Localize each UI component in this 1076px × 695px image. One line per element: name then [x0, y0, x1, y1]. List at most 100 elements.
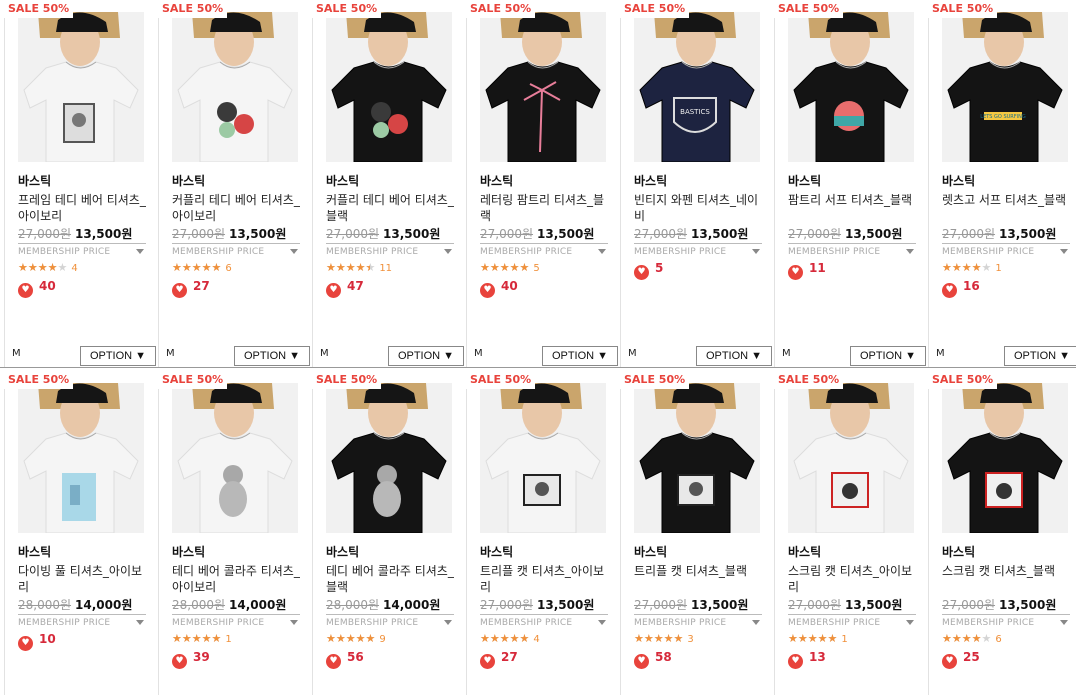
like-count[interactable]: ♥ 27	[480, 650, 518, 669]
option-button[interactable]: OPTION ▼	[542, 346, 618, 366]
product-card[interactable]: SALE 50% 바스틱 테디 베어 콜라주 티셔츠_블랙 28,000원 14,000…	[308, 371, 462, 695]
product-name[interactable]: 트리플 캣 티셔츠_블랙	[634, 563, 764, 579]
brand-name[interactable]: 바스틱	[942, 543, 975, 560]
heart-icon[interactable]: ♥	[942, 654, 957, 669]
brand-name[interactable]: 바스틱	[326, 172, 359, 189]
product-card[interactable]: SALE 50% 바스틱 스크림 캣 티셔츠_아이보리 27,000원 13,500원 M…	[770, 371, 924, 695]
product-image[interactable]	[788, 12, 914, 162]
like-count[interactable]: ♥ 40	[18, 279, 56, 298]
option-button[interactable]: OPTION ▼	[696, 346, 772, 366]
option-button[interactable]: OPTION ▼	[850, 346, 926, 366]
product-card[interactable]: SALE 50% 바스틱 프레임 테디 베어 티셔츠_아이보리 27,000원 13,5…	[0, 0, 156, 367]
product-card[interactable]: SALE 50% BASTICS 바스틱 빈티지 와펜 티셔츠_네이비 27,000원 1…	[616, 0, 772, 367]
membership-price-toggle[interactable]: MEMBERSHIP PRICE	[172, 243, 300, 259]
product-name[interactable]: 커플리 테디 베어 티셔츠_블랙	[326, 192, 456, 224]
product-card[interactable]: SALE 50% 바스틱 팜트리 서프 티셔츠_블랙 27,000원 13,500원 ME…	[770, 0, 926, 367]
membership-price-toggle[interactable]: MEMBERSHIP PRICE	[18, 243, 146, 259]
brand-name[interactable]: 바스틱	[172, 172, 205, 189]
product-card[interactable]: SALE 50% 바스틱 트리플 캣 티셔츠_블랙 27,000원 13,500원 MEM…	[616, 371, 770, 695]
heart-icon[interactable]: ♥	[634, 654, 649, 669]
product-image[interactable]	[634, 383, 760, 533]
product-card[interactable]: SALE 50% 바스틱 스크림 캣 티셔츠_블랙 27,000원 13,500원 MEM…	[924, 371, 1076, 695]
brand-name[interactable]: 바스틱	[788, 543, 821, 560]
like-count[interactable]: ♥ 5	[634, 261, 663, 280]
heart-icon[interactable]: ♥	[634, 265, 649, 280]
brand-name[interactable]: 바스틱	[480, 172, 513, 189]
like-count[interactable]: ♥ 27	[172, 279, 210, 298]
like-count[interactable]: ♥ 47	[326, 279, 364, 298]
brand-name[interactable]: 바스틱	[18, 543, 51, 560]
option-button[interactable]: OPTION ▼	[388, 346, 464, 366]
product-image[interactable]	[326, 383, 452, 533]
product-card[interactable]: SALE 50% 바스틱 트리플 캣 티셔츠_아이보리 27,000원 13,500원 M…	[462, 371, 616, 695]
heart-icon[interactable]: ♥	[326, 654, 341, 669]
heart-icon[interactable]: ♥	[480, 654, 495, 669]
product-name[interactable]: 팜트리 서프 티셔츠_블랙	[788, 192, 918, 208]
product-image[interactable]: BASTICS	[634, 12, 760, 162]
product-name[interactable]: 스크림 캣 티셔츠_블랙	[942, 563, 1072, 579]
product-card[interactable]: SALE 50% 바스틱 테디 베어 콜라주 티셔츠_아이보리 28,000원 14,0…	[154, 371, 308, 695]
product-card[interactable]: SALE 50% 바스틱 커플리 테디 베어 티셔츠_블랙 27,000원 13,500…	[308, 0, 464, 367]
product-name[interactable]: 테디 베어 콜라주 티셔츠_블랙	[326, 563, 456, 595]
heart-icon[interactable]: ♥	[788, 265, 803, 280]
product-name[interactable]: 다이빙 풀 티셔츠_아이보리	[18, 563, 148, 595]
product-image[interactable]	[172, 383, 298, 533]
membership-price-toggle[interactable]: MEMBERSHIP PRICE	[942, 614, 1070, 630]
membership-price-toggle[interactable]: MEMBERSHIP PRICE	[788, 243, 916, 259]
product-image[interactable]	[326, 12, 452, 162]
product-image[interactable]	[788, 383, 914, 533]
heart-icon[interactable]: ♥	[480, 283, 495, 298]
product-image[interactable]	[942, 383, 1068, 533]
like-count[interactable]: ♥ 58	[634, 650, 672, 669]
membership-price-toggle[interactable]: MEMBERSHIP PRICE	[942, 243, 1070, 259]
like-count[interactable]: ♥ 13	[788, 650, 826, 669]
product-card[interactable]: SALE 50% 바스틱 다이빙 풀 티셔츠_아이보리 28,000원 14,000원 M…	[0, 371, 154, 695]
product-card[interactable]: SALE 50% LETS GO SURFING 바스틱 렛츠고 서프 티셔츠_블랙 2…	[924, 0, 1076, 367]
like-count[interactable]: ♥ 56	[326, 650, 364, 669]
brand-name[interactable]: 바스틱	[326, 543, 359, 560]
heart-icon[interactable]: ♥	[942, 283, 957, 298]
brand-name[interactable]: 바스틱	[18, 172, 51, 189]
brand-name[interactable]: 바스틱	[634, 543, 667, 560]
like-count[interactable]: ♥ 16	[942, 279, 980, 298]
like-count[interactable]: ♥ 40	[480, 279, 518, 298]
heart-icon[interactable]: ♥	[172, 654, 187, 669]
product-name[interactable]: 스크림 캣 티셔츠_아이보리	[788, 563, 918, 595]
heart-icon[interactable]: ♥	[326, 283, 341, 298]
product-image[interactable]	[480, 383, 606, 533]
heart-icon[interactable]: ♥	[18, 283, 33, 298]
option-button[interactable]: OPTION ▼	[1004, 346, 1076, 366]
heart-icon[interactable]: ♥	[18, 636, 33, 651]
product-card[interactable]: SALE 50% 바스틱 커플리 테디 베어 티셔츠_아이보리 27,000원 13,5…	[154, 0, 310, 367]
product-image[interactable]	[18, 12, 144, 162]
option-button[interactable]: OPTION ▼	[234, 346, 310, 366]
product-name[interactable]: 프레임 테디 베어 티셔츠_아이보리	[18, 192, 148, 224]
membership-price-toggle[interactable]: MEMBERSHIP PRICE	[326, 614, 454, 630]
like-count[interactable]: ♥ 10	[18, 632, 56, 651]
membership-price-toggle[interactable]: MEMBERSHIP PRICE	[480, 614, 608, 630]
option-button[interactable]: OPTION ▼	[80, 346, 156, 366]
like-count[interactable]: ♥ 39	[172, 650, 210, 669]
product-name[interactable]: 트리플 캣 티셔츠_아이보리	[480, 563, 610, 595]
like-count[interactable]: ♥ 25	[942, 650, 980, 669]
brand-name[interactable]: 바스틱	[172, 543, 205, 560]
membership-price-toggle[interactable]: MEMBERSHIP PRICE	[634, 243, 762, 259]
product-name[interactable]: 커플리 테디 베어 티셔츠_아이보리	[172, 192, 302, 224]
product-image[interactable]	[18, 383, 144, 533]
membership-price-toggle[interactable]: MEMBERSHIP PRICE	[788, 614, 916, 630]
product-name[interactable]: 빈티지 와펜 티셔츠_네이비	[634, 192, 764, 224]
product-name[interactable]: 레터링 팜트리 티셔츠_블랙	[480, 192, 610, 224]
product-image[interactable]: LETS GO SURFING	[942, 12, 1068, 162]
brand-name[interactable]: 바스틱	[634, 172, 667, 189]
heart-icon[interactable]: ♥	[788, 654, 803, 669]
product-card[interactable]: SALE 50% 바스틱 레터링 팜트리 티셔츠_블랙 27,000원 13,500원 M…	[462, 0, 618, 367]
product-image[interactable]	[480, 12, 606, 162]
brand-name[interactable]: 바스틱	[942, 172, 975, 189]
membership-price-toggle[interactable]: MEMBERSHIP PRICE	[634, 614, 762, 630]
membership-price-toggle[interactable]: MEMBERSHIP PRICE	[480, 243, 608, 259]
product-name[interactable]: 테디 베어 콜라주 티셔츠_아이보리	[172, 563, 302, 595]
membership-price-toggle[interactable]: MEMBERSHIP PRICE	[326, 243, 454, 259]
product-image[interactable]	[172, 12, 298, 162]
like-count[interactable]: ♥ 11	[788, 261, 826, 280]
membership-price-toggle[interactable]: MEMBERSHIP PRICE	[172, 614, 300, 630]
